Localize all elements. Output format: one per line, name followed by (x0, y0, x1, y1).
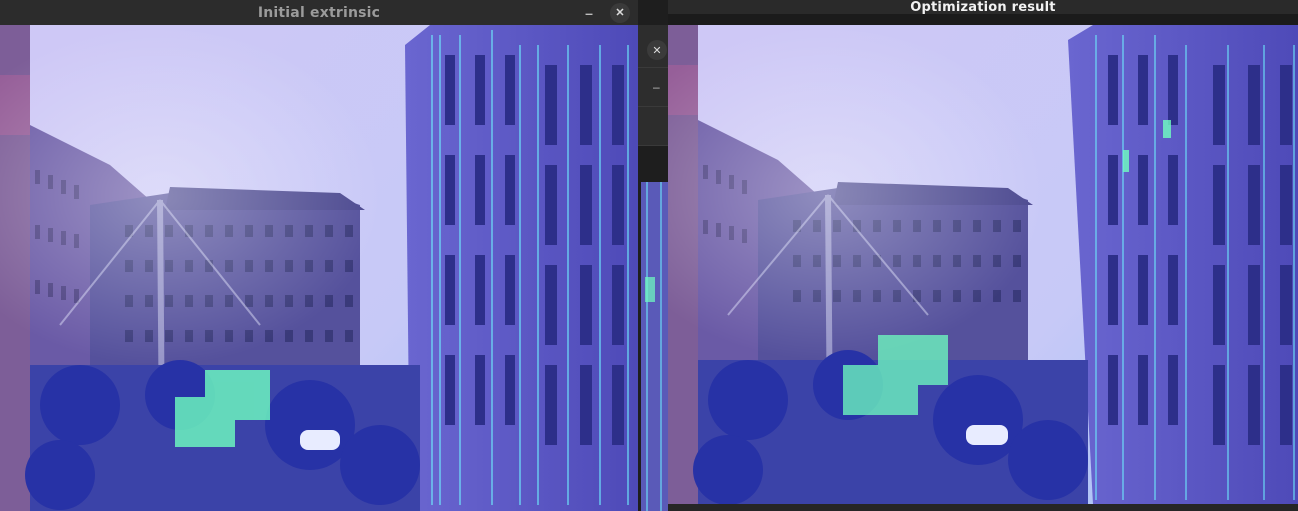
close-icon[interactable]: ✕ (610, 2, 630, 23)
overlay-scene (668, 25, 1298, 504)
window-initial-extrinsic: Initial extrinsic – ✕ (0, 0, 638, 511)
titlebar[interactable]: Initial extrinsic – ✕ (0, 0, 638, 25)
window-optimization-result: Optimization result (668, 0, 1298, 511)
background-image-scene (641, 182, 668, 511)
minimize-icon[interactable]: – (653, 80, 660, 94)
background-window: ✕ – (638, 0, 668, 511)
titlebar-divider (668, 14, 1298, 25)
minimize-icon[interactable]: – (579, 3, 599, 23)
background-toolbar-2 (638, 107, 668, 146)
overlay-scene (0, 25, 638, 511)
titlebar[interactable]: Optimization result (668, 0, 1298, 15)
window-title: Initial extrinsic (257, 4, 381, 21)
camera-lidar-overlay-image (0, 25, 638, 511)
window-title: Optimization result (910, 0, 1056, 15)
close-icon[interactable]: ✕ (647, 40, 667, 60)
background-image (641, 182, 668, 511)
camera-lidar-overlay-image (668, 25, 1298, 504)
window-bottom-edge (668, 504, 1298, 511)
